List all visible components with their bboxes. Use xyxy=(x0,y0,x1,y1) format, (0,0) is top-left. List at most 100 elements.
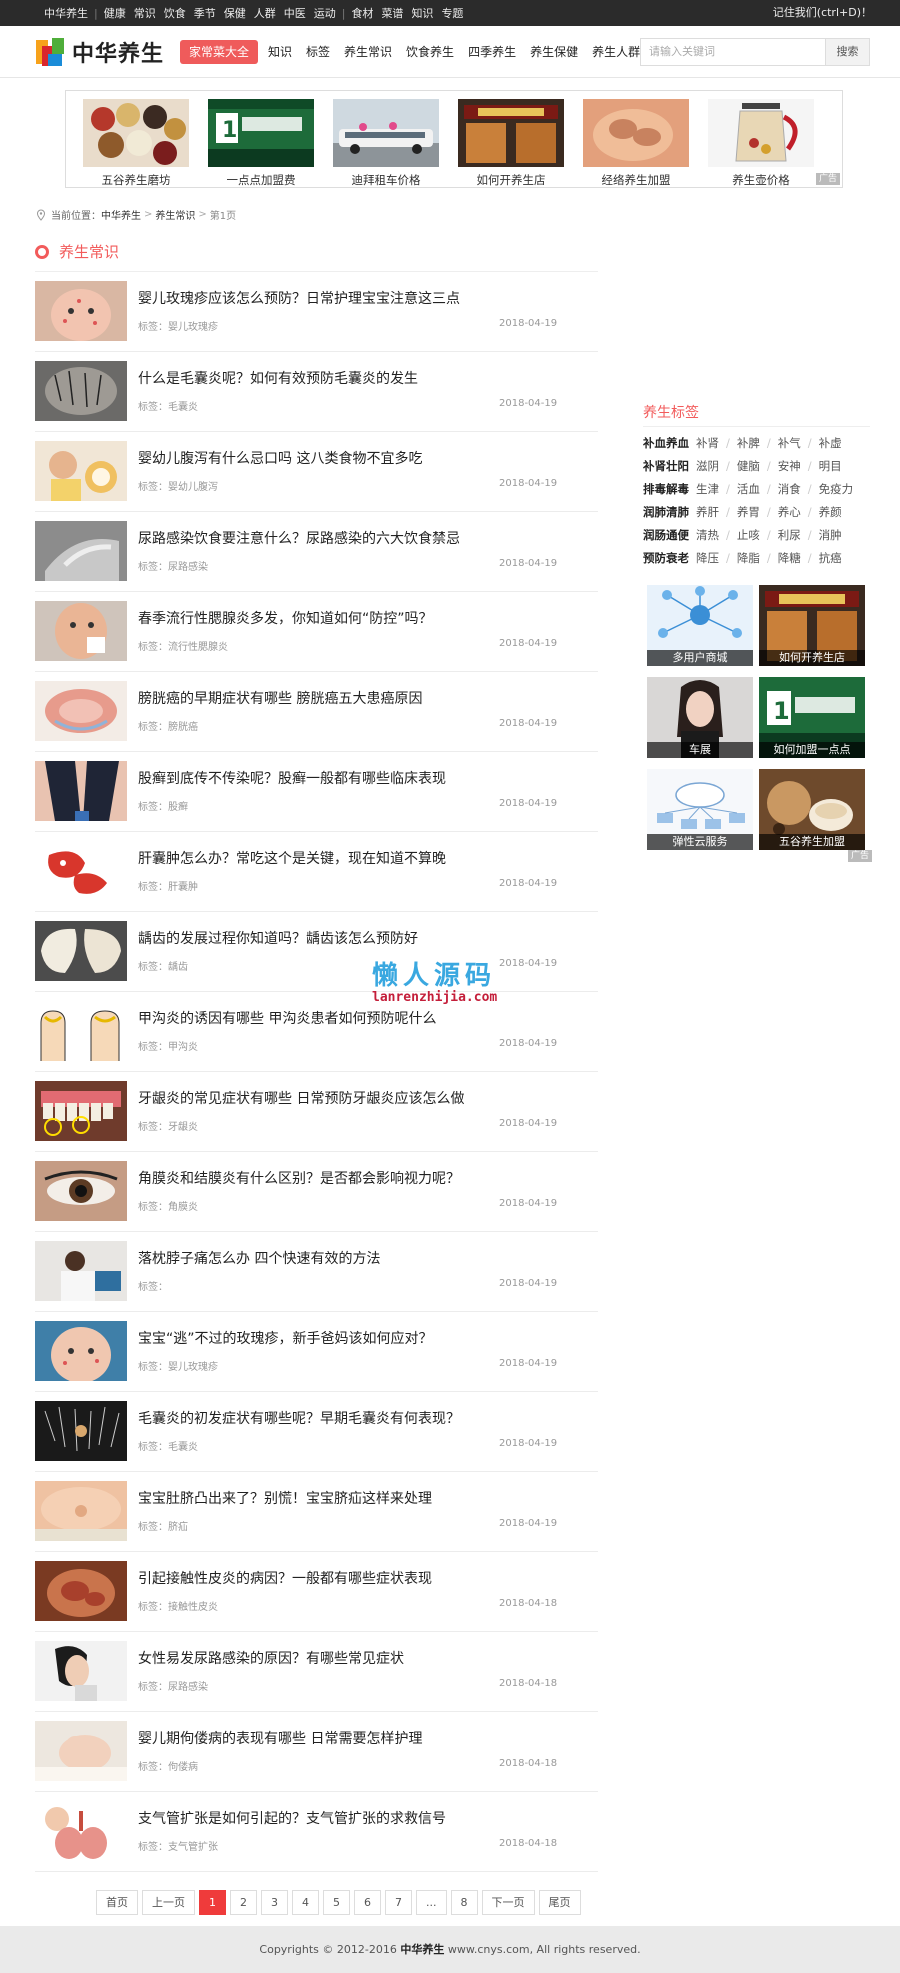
page-first[interactable]: 首页 xyxy=(96,1890,138,1915)
article-tag[interactable]: 标签：接触性皮炎 xyxy=(138,1598,218,1613)
tag-link[interactable]: 降压 xyxy=(696,550,719,566)
tag-link[interactable]: 抗癌 xyxy=(819,550,842,566)
article-tag[interactable]: 标签：毛囊炎 xyxy=(138,398,198,413)
article-item[interactable]: 婴幼儿腹泻有什么忌口吗 这八类食物不宜多吃 标签：婴幼儿腹泻 2018-04-1… xyxy=(35,432,598,512)
article-tag[interactable]: 标签：婴儿玫瑰疹 xyxy=(138,1358,218,1373)
tag-link[interactable]: 补脾 xyxy=(737,435,760,451)
tag-link[interactable]: 降脂 xyxy=(737,550,760,566)
page-prev[interactable]: 上一页 xyxy=(142,1890,195,1915)
page-number[interactable]: 6 xyxy=(354,1890,381,1915)
article-item[interactable]: 膀胱癌的早期症状有哪些 膀胱癌五大患癌原因 标签：膀胱癌 2018-04-19 xyxy=(35,672,598,752)
top-link[interactable]: 知识 xyxy=(407,5,437,21)
article-item[interactable]: 落枕脖子痛怎么办 四个快速有效的方法 标签： 2018-04-19 xyxy=(35,1232,598,1312)
article-tag[interactable]: 标签：支气管扩张 xyxy=(138,1838,218,1853)
nav-item[interactable]: 饮食养生 xyxy=(406,40,454,64)
tag-link[interactable]: 安神 xyxy=(778,458,801,474)
article-title[interactable]: 支气管扩张是如何引起的？支气管扩张的求救信号 xyxy=(138,1808,446,1828)
tag-link[interactable]: 预防衰老 xyxy=(643,550,696,566)
article-tag[interactable]: 标签：甲沟炎 xyxy=(138,1038,198,1053)
article-item[interactable]: 支气管扩张是如何引起的？支气管扩张的求救信号 标签：支气管扩张 2018-04-… xyxy=(35,1792,598,1872)
ad-item[interactable]: 迪拜租车价格 xyxy=(333,99,439,188)
top-link[interactable]: 运动 xyxy=(310,5,340,21)
top-link[interactable]: 人群 xyxy=(250,5,280,21)
tag-link[interactable]: 补肾壮阳 xyxy=(643,458,696,474)
tag-link[interactable]: 补血养血 xyxy=(643,435,696,451)
article-tag[interactable]: 标签：股癣 xyxy=(138,798,188,813)
tag-link[interactable]: 补气 xyxy=(778,435,801,451)
page-number[interactable]: 5 xyxy=(323,1890,350,1915)
sidebar-ad[interactable]: 多用户商城 xyxy=(647,585,753,666)
page-current[interactable]: 1 xyxy=(199,1890,226,1915)
top-link[interactable]: 健康 xyxy=(100,5,130,21)
nav-item[interactable]: 养生保健 xyxy=(530,40,578,64)
tag-link[interactable]: 利尿 xyxy=(778,527,801,543)
article-title[interactable]: 什么是毛囊炎呢？如何有效预防毛囊炎的发生 xyxy=(138,368,418,388)
article-title[interactable]: 春季流行性腮腺炎多发，你知道如何“防控”吗？ xyxy=(138,608,433,628)
article-item[interactable]: 牙龈炎的常见症状有哪些 日常预防牙龈炎应该怎么做 标签：牙龈炎 2018-04-… xyxy=(35,1072,598,1152)
article-item[interactable]: 宝宝“逃”不过的玫瑰疹，新手爸妈该如何应对？ 标签：婴儿玫瑰疹 2018-04-… xyxy=(35,1312,598,1392)
article-title[interactable]: 膀胱癌的早期症状有哪些 膀胱癌五大患癌原因 xyxy=(138,688,422,708)
article-title[interactable]: 肝囊肿怎么办？常吃这个是关键，现在知道不算晚 xyxy=(138,848,446,868)
nav-item[interactable]: 标签 xyxy=(306,40,330,64)
tag-link[interactable]: 滋阴 xyxy=(696,458,719,474)
tag-link[interactable]: 养肝 xyxy=(696,504,719,520)
tag-link[interactable]: 润肠通便 xyxy=(643,527,696,543)
ad-item[interactable]: 五谷养生磨坊 xyxy=(83,99,189,188)
tag-link[interactable]: 生津 xyxy=(696,481,719,497)
tag-link[interactable]: 补虚 xyxy=(819,435,842,451)
article-title[interactable]: 婴幼儿腹泻有什么忌口吗 这八类食物不宜多吃 xyxy=(138,448,422,468)
top-link[interactable]: 保健 xyxy=(220,5,250,21)
article-tag[interactable]: 标签：婴幼儿腹泻 xyxy=(138,478,218,493)
article-item[interactable]: 婴儿玫瑰疹应该怎么预防？日常护理宝宝注意这三点 标签：婴儿玫瑰疹 2018-04… xyxy=(35,272,598,352)
article-title[interactable]: 牙龈炎的常见症状有哪些 日常预防牙龈炎应该怎么做 xyxy=(138,1088,464,1108)
nav-item[interactable]: 养生常识 xyxy=(344,40,392,64)
sidebar-ad[interactable]: 如何开养生店 xyxy=(759,585,865,666)
article-item[interactable]: 婴儿期佝偻病的表现有哪些 日常需要怎样护理 标签：佝偻病 2018-04-18 xyxy=(35,1712,598,1792)
tag-link[interactable]: 活血 xyxy=(737,481,760,497)
page-number[interactable]: 3 xyxy=(261,1890,288,1915)
article-title[interactable]: 尿路感染饮食要注意什么？尿路感染的六大饮食禁忌 xyxy=(138,528,460,548)
article-title[interactable]: 毛囊炎的初发症状有哪些呢？早期毛囊炎有何表现？ xyxy=(138,1408,460,1428)
article-tag[interactable]: 标签：牙龈炎 xyxy=(138,1118,198,1133)
article-tag[interactable]: 标签：流行性腮腺炎 xyxy=(138,638,228,653)
top-link[interactable]: 专题 xyxy=(437,5,467,21)
breadcrumb-link[interactable]: 中华养生 xyxy=(101,207,141,222)
tag-link[interactable]: 排毒解毒 xyxy=(643,481,696,497)
tag-link[interactable]: 免疫力 xyxy=(819,481,854,497)
sidebar-ad[interactable]: 弹性云服务 xyxy=(647,769,753,850)
page-number[interactable]: 7 xyxy=(385,1890,412,1915)
nav-item[interactable]: 养生人群 xyxy=(592,40,640,64)
article-item[interactable]: 角膜炎和结膜炎有什么区别？是否都会影响视力呢？ 标签：角膜炎 2018-04-1… xyxy=(35,1152,598,1232)
article-item[interactable]: 什么是毛囊炎呢？如何有效预防毛囊炎的发生 标签：毛囊炎 2018-04-19 xyxy=(35,352,598,432)
top-link[interactable]: 菜谱 xyxy=(377,5,407,21)
tag-link[interactable]: 养颜 xyxy=(819,504,842,520)
top-link[interactable]: 饮食 xyxy=(160,5,190,21)
article-item[interactable]: 引起接触性皮炎的病因？一般都有哪些症状表现 标签：接触性皮炎 2018-04-1… xyxy=(35,1552,598,1632)
breadcrumb-link[interactable]: 养生常识 xyxy=(155,207,195,222)
article-tag[interactable]: 标签：尿路感染 xyxy=(138,1678,208,1693)
page-number[interactable]: 4 xyxy=(292,1890,319,1915)
page-last[interactable]: 尾页 xyxy=(538,1890,581,1915)
article-title[interactable]: 婴儿期佝偻病的表现有哪些 日常需要怎样护理 xyxy=(138,1728,422,1748)
nav-item[interactable]: 知识 xyxy=(268,40,292,64)
tag-link[interactable]: 消食 xyxy=(778,481,801,497)
article-item[interactable]: 股癣到底传不传染呢？股癣一般都有哪些临床表现 标签：股癣 2018-04-19 xyxy=(35,752,598,832)
ad-item[interactable]: 养生壶价格 xyxy=(708,99,814,188)
article-item[interactable]: 女性易发尿路感染的原因？有哪些常见症状 标签：尿路感染 2018-04-18 xyxy=(35,1632,598,1712)
tag-link[interactable]: 补肾 xyxy=(696,435,719,451)
article-title[interactable]: 宝宝“逃”不过的玫瑰疹，新手爸妈该如何应对？ xyxy=(138,1328,433,1348)
search-button[interactable]: 搜索 xyxy=(825,39,869,65)
article-tag[interactable]: 标签：膀胱癌 xyxy=(138,718,198,733)
search-input[interactable]: 请输入关键词 xyxy=(649,39,819,65)
article-title[interactable]: 女性易发尿路感染的原因？有哪些常见症状 xyxy=(138,1648,404,1668)
tag-link[interactable]: 消肿 xyxy=(819,527,842,543)
article-tag[interactable]: 标签：龋齿 xyxy=(138,958,188,973)
article-title[interactable]: 股癣到底传不传染呢？股癣一般都有哪些临床表现 xyxy=(138,768,446,788)
top-link[interactable]: 常识 xyxy=(130,5,160,21)
article-tag[interactable]: 标签：尿路感染 xyxy=(138,558,208,573)
article-tag[interactable]: 标签：脐疝 xyxy=(138,1518,188,1533)
article-tag[interactable]: 标签：佝偻病 xyxy=(138,1758,198,1773)
ad-item[interactable]: 如何开养生店 xyxy=(458,99,564,188)
article-title[interactable]: 落枕脖子痛怎么办 四个快速有效的方法 xyxy=(138,1248,380,1268)
article-title[interactable]: 角膜炎和结膜炎有什么区别？是否都会影响视力呢？ xyxy=(138,1168,460,1188)
